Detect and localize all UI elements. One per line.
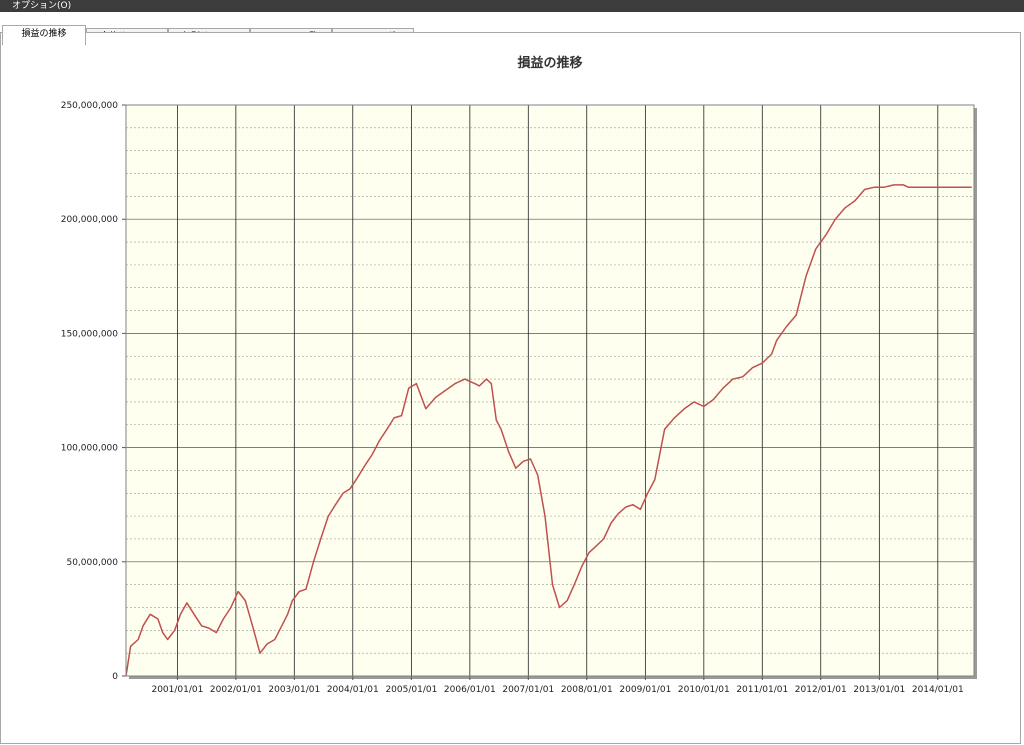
x-tick-label: 2010/01/01: [678, 685, 730, 695]
x-tick-label: 2003/01/01: [268, 685, 320, 695]
y-tick-label: 0: [112, 672, 118, 682]
y-tick-label: 150,000,000: [61, 329, 119, 339]
tab-content-panel: 損益の推移 0 50,000,000 100,000,000 150,000,000 20…: [0, 32, 1021, 744]
profit-chart: 損益の推移 0 50,000,000 100,000,000 150,000,000 20…: [61, 55, 977, 695]
y-tick-label: 50,000,000: [66, 558, 118, 568]
x-tick-label: 2005/01/01: [385, 685, 437, 695]
x-tick-label: 2001/01/01: [151, 685, 203, 695]
x-tick-label: 2006/01/01: [444, 685, 496, 695]
menu-bar: オプション(O): [0, 0, 1024, 12]
tab-strip: 損益の推移 全体サマリー 年別サマリー トレード一覧 ランキング: [0, 12, 1024, 45]
y-tick-label: 200,000,000: [61, 215, 119, 225]
options-menu[interactable]: オプション(O): [12, 0, 71, 12]
x-tick-label: 2008/01/01: [561, 685, 613, 695]
x-tick-label: 2007/01/01: [502, 685, 554, 695]
x-tick-label: 2013/01/01: [853, 685, 905, 695]
chart-title: 損益の推移: [517, 55, 582, 71]
x-tick-label: 2004/01/01: [327, 685, 379, 695]
x-tick-label: 2012/01/01: [795, 685, 847, 695]
x-tick-label: 2002/01/01: [210, 685, 262, 695]
x-tick-label: 2011/01/01: [736, 685, 788, 695]
y-tick-label: 100,000,000: [61, 444, 119, 454]
tab-profit-trend[interactable]: 損益の推移: [2, 25, 86, 45]
x-tick-label: 2014/01/01: [912, 685, 964, 695]
x-tick-label: 2009/01/01: [619, 685, 671, 695]
plot-area: [125, 104, 975, 677]
y-tick-label: 250,000,000: [61, 101, 119, 111]
